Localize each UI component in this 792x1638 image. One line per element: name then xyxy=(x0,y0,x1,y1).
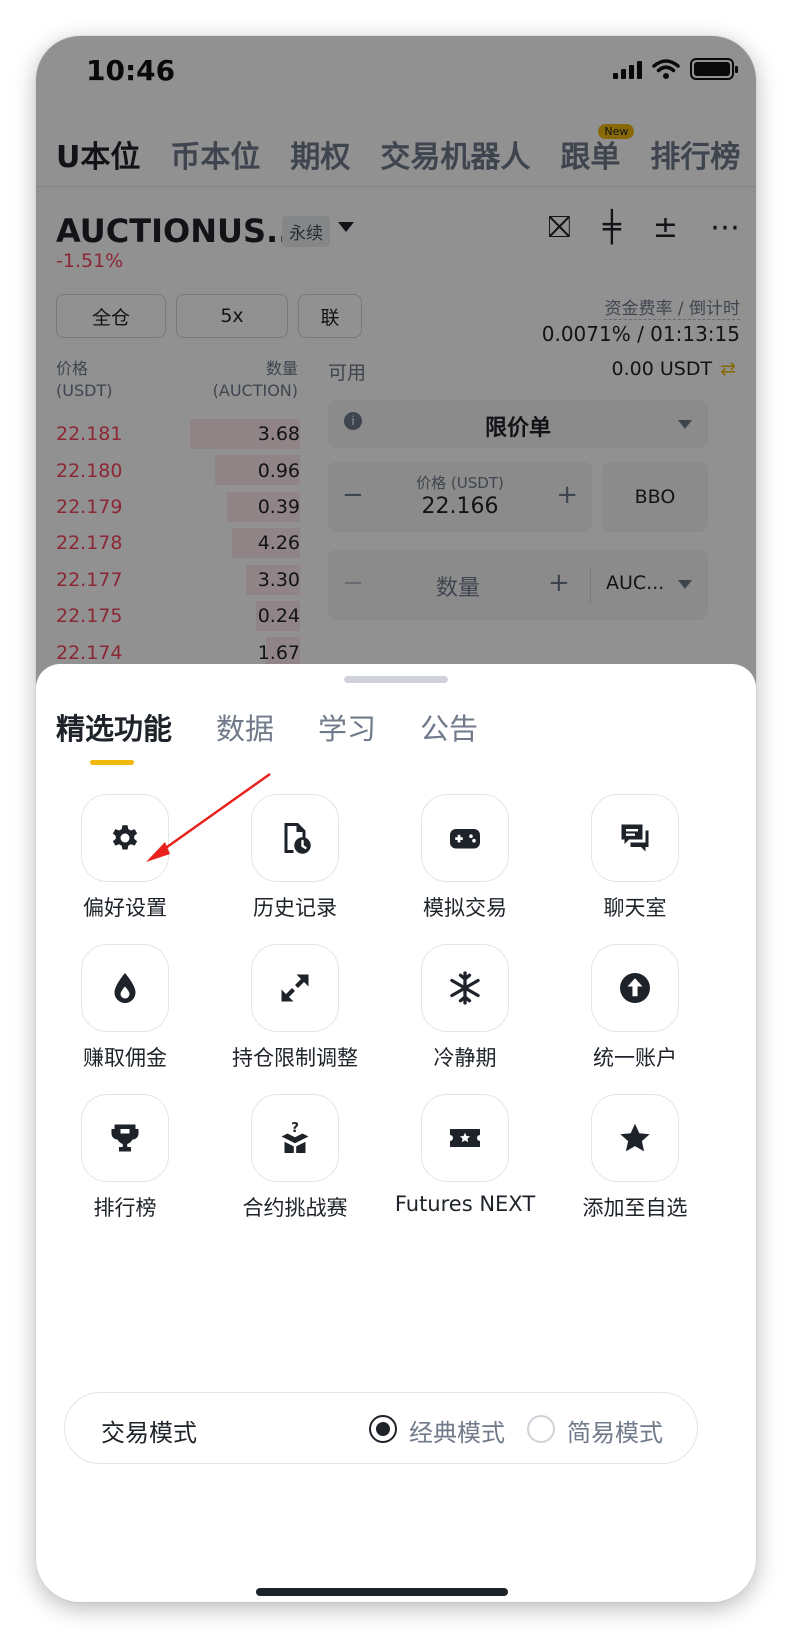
gamepad-icon xyxy=(450,829,480,849)
tab-announcements[interactable]: 公告 xyxy=(420,706,478,748)
svg-text:?: ? xyxy=(291,1120,299,1136)
tab-learn[interactable]: 学习 xyxy=(318,706,376,748)
phone-screen: 10:46 U本位 币本位 期权 交易机器人 跟单 New 排行榜 AUCTION… xyxy=(36,36,756,1602)
snowflake-icon xyxy=(450,971,480,1005)
arrow-up-circle-icon xyxy=(620,973,650,1003)
tab-data[interactable]: 数据 xyxy=(216,706,274,748)
modal-backdrop[interactable] xyxy=(36,36,756,736)
feature-earn-commission[interactable]: 赚取佣金 xyxy=(50,944,200,1072)
gear-icon xyxy=(112,825,138,850)
chat-icon xyxy=(621,824,649,852)
sheet-handle[interactable] xyxy=(344,676,448,683)
feature-add-favorite[interactable]: 添加至自选 xyxy=(560,1094,710,1222)
active-tab-indicator xyxy=(90,760,134,765)
feature-unified-account[interactable]: 统一账户 xyxy=(560,944,710,1072)
feature-chatroom[interactable]: 聊天室 xyxy=(560,794,710,922)
trade-mode-panel: 交易模式 经典模式 简易模式 xyxy=(64,1392,698,1464)
trade-mode-label: 交易模式 xyxy=(101,1419,197,1447)
feature-preferences[interactable]: 偏好设置 xyxy=(50,794,200,922)
feature-sheet: 精选功能 数据 学习 公告 偏好设置 历史记录 模拟交易 聊天室 赚取佣金 持仓… xyxy=(36,664,756,1602)
feature-futures-next[interactable]: Futures NEXT xyxy=(390,1094,540,1216)
history-doc-icon xyxy=(284,823,311,854)
feature-futures-challenge[interactable]: ? 合约挑战赛 xyxy=(220,1094,370,1222)
feature-leaderboard[interactable]: 排行榜 xyxy=(50,1094,200,1222)
home-indicator xyxy=(256,1588,508,1596)
mystery-box-icon: ? xyxy=(281,1120,309,1153)
sheet-tabs: 精选功能 数据 学习 公告 xyxy=(56,706,478,748)
simple-mode-radio[interactable] xyxy=(527,1415,555,1443)
tab-featured[interactable]: 精选功能 xyxy=(56,706,172,748)
trophy-icon xyxy=(111,1124,139,1152)
simple-mode-label[interactable]: 简易模式 xyxy=(567,1413,663,1448)
feature-demo-trading[interactable]: 模拟交易 xyxy=(390,794,540,922)
drop-icon xyxy=(114,973,136,1003)
star-icon xyxy=(620,1123,650,1152)
classic-mode-radio[interactable] xyxy=(369,1415,397,1443)
classic-mode-label[interactable]: 经典模式 xyxy=(409,1413,505,1448)
feature-cooling-off[interactable]: 冷静期 xyxy=(390,944,540,1072)
feature-history[interactable]: 历史记录 xyxy=(220,794,370,922)
feature-position-limit[interactable]: 持仓限制调整 xyxy=(220,944,370,1072)
expand-arrows-icon xyxy=(281,974,309,1002)
ticket-icon xyxy=(450,1129,480,1147)
